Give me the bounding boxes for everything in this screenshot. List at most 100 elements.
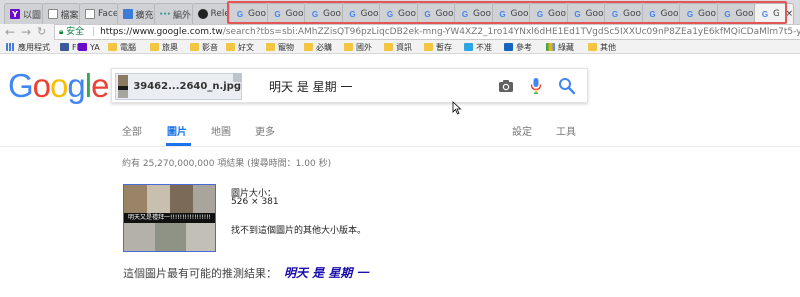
tab-title: 檔案 [60,10,79,21]
tab-title: Goo [698,9,716,19]
browser-toolbar: ← → ↻ 🔒︎ 安全 | https://www.google.com.tw/s… [0,24,800,40]
bookmark-item[interactable]: 電腦 [108,41,136,53]
browser-tab[interactable]: Face [79,3,119,24]
remove-image-icon[interactable] [233,73,242,82]
bookmark-item[interactable]: 好文 [226,41,254,53]
logo-letter: g [67,67,85,104]
browser-tab[interactable]: G Goo [604,3,644,24]
browser-tab[interactable]: G Goo [454,3,494,24]
bookmark-item[interactable]: 暫存 [424,41,452,53]
tab-images[interactable]: 圖片 [167,123,187,138]
folder-icon [424,43,433,51]
back-icon[interactable]: ← [5,24,15,40]
bookmark-label: 應用程式 [18,42,50,52]
tools-link[interactable]: 工具 [556,123,576,138]
browser-tab[interactable]: G G ‹ × [754,3,794,24]
settings-link[interactable]: 設定 [512,123,532,138]
logo-letter: G [8,67,34,104]
apps-grid-icon [6,43,15,51]
bookmark-item[interactable]: 不准 [464,41,492,53]
google-favicon-icon: G [574,9,581,19]
result-image-thumbnail[interactable]: 明天又是禮拜一!!!!!!!!!!!!!!!!! [123,184,216,252]
bookmark-item[interactable]: 寵物 [266,41,294,53]
search-image-chip[interactable]: 39462...2640_n.jpg [115,73,242,100]
camera-icon[interactable] [498,78,514,94]
bookmark-item[interactable]: 參考 [504,41,532,53]
url-host: https://www.google.com.tw [100,27,223,37]
dots-favicon-icon: ••• [159,10,171,18]
telegram-icon [464,43,473,51]
browser-tab[interactable]: G Goo [566,3,606,24]
bookmark-item[interactable]: 其他 [588,41,616,53]
bookmark-label: 好文 [238,42,254,52]
tab-all[interactable]: 全部 [122,123,142,138]
query-image-thumbnail [118,75,129,98]
bookmark-item[interactable]: 資訊 [384,41,412,53]
browser-tab[interactable]: ••• 編外 [154,3,194,24]
tab-title: Goo [248,9,266,19]
browser-tab[interactable]: G Goo [716,3,756,24]
bookmark-label: 國外 [356,42,372,52]
bookmark-item[interactable]: 必購 [304,41,332,53]
browser-tab[interactable]: G Goo [341,3,381,24]
browser-tab[interactable]: 擴充 [116,3,156,24]
microphone-icon[interactable] [530,77,542,95]
document-icon [85,9,95,19]
google-favicon-icon: G [274,9,281,19]
browser-tab[interactable]: G Goo [229,3,269,24]
browser-tab[interactable]: G Goo [266,3,306,24]
browser-tab[interactable]: G Goo [379,3,419,24]
address-bar[interactable]: 🔒︎ 安全 | https://www.google.com.tw/search?… [54,24,800,40]
image-size-value: 526 × 381 [231,197,279,207]
tab-title: Goo [660,9,679,19]
tab-title: Goo [735,9,754,19]
google-favicon-icon: G [424,9,431,19]
tab-title: Goo [473,9,491,19]
bookmark-item[interactable]: 旅奧 [150,41,178,53]
thumbnail-caption: 明天又是禮拜一!!!!!!!!!!!!!!!!! [124,213,215,223]
reload-icon[interactable]: ↻ [37,24,46,40]
search-box[interactable]: 39462...2640_n.jpg 明天 是 星期 一 [111,68,588,103]
browser-tab[interactable]: G Goo [491,3,531,24]
best-guess-link[interactable]: 明天 是 星期 一 [284,264,369,281]
bookmark-item[interactable]: YA [78,41,100,53]
puzzle-icon [122,9,133,19]
close-tab-icon[interactable]: × [785,9,793,19]
bookmark-item[interactable]: 國外 [344,41,372,53]
search-query-text[interactable]: 明天 是 星期 一 [269,78,352,95]
secure-label: 安全 [66,27,85,37]
tab-title: Goo [323,9,341,19]
bookmark-item[interactable]: 應用程式 [6,41,50,53]
tab-title: Goo [548,9,566,19]
bookmark-item[interactable]: 影音 [190,41,218,53]
folder-icon [108,43,117,51]
folder-icon [304,43,313,51]
bookmark-label: 必購 [316,42,332,52]
bookmark-label: YA [90,42,100,52]
browser-tab[interactable]: Rele [191,3,231,24]
google-favicon-icon: G [536,9,544,19]
forward-icon[interactable]: → [21,24,31,40]
browser-tab[interactable]: G Goo [529,3,569,24]
bookmark-item[interactable]: 綠藏 [546,41,574,53]
tab-title: Goo [623,9,641,19]
tab-maps[interactable]: 地圖 [211,123,231,138]
browser-tab-strip: Y 以圖 檔案 Face 擴充 ••• 編外 Rele G Goo G Goo G Goo G Goo G Goo… [0,0,800,24]
tab-more[interactable]: 更多 [255,123,275,138]
bookmark-label: 參考 [516,42,532,52]
browser-tab[interactable]: 檔案 [41,3,81,24]
browser-tab[interactable]: G Goo [679,3,719,24]
browser-tab[interactable]: Y 以圖 [4,3,44,24]
bookmarks-bar: 應用程式FBYA電腦旅奧影音好文寵物必購國外資訊暫存不准參考綠藏其他 [0,40,800,54]
search-icon[interactable] [558,77,576,95]
bookmark-label: 暫存 [436,42,452,52]
tab-title: Goo [285,9,304,19]
browser-tab[interactable]: G Goo [416,3,456,24]
document-icon [504,43,513,51]
browser-tab[interactable]: G Goo [304,3,344,24]
browser-tab[interactable]: G Goo [641,3,681,24]
google-favicon-icon: G [611,9,619,19]
result-stats: 約有 25,270,000,000 項結果 (搜尋時間：1.00 秒) [122,159,332,169]
google-logo[interactable]: Google [8,67,109,104]
bookmark-label: 寵物 [278,42,294,52]
